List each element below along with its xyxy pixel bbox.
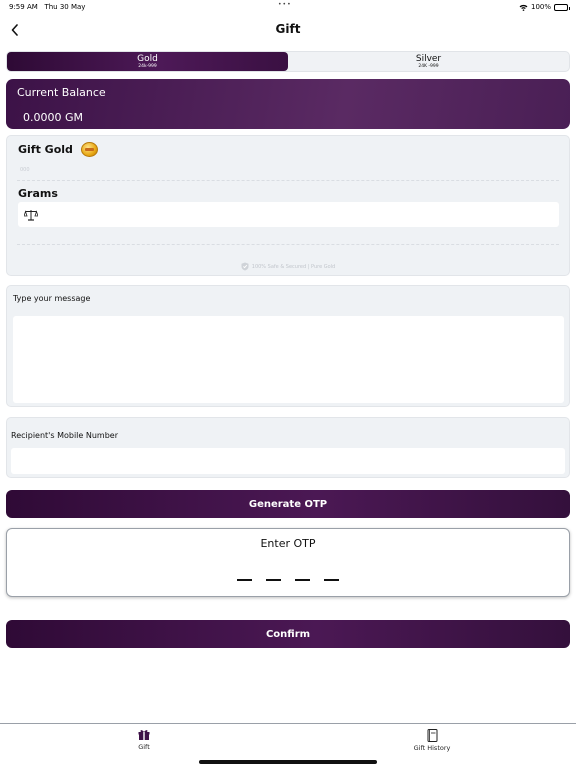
current-balance-card: Current Balance 0.0000 GM	[6, 79, 570, 129]
tab-gift[interactable]: Gift	[114, 729, 174, 751]
wifi-icon	[519, 4, 528, 11]
gift-icon	[138, 730, 150, 740]
gift-history-icon	[427, 729, 437, 742]
recipient-label: Recipient's Mobile Number	[11, 431, 119, 440]
navigation-bar: Gift	[0, 18, 576, 42]
message-panel: Type your message	[6, 285, 570, 407]
tab-gold-label: Gold	[137, 54, 158, 64]
tab-gold-purity: 24k-999	[138, 64, 157, 69]
balance-scale-icon	[24, 209, 38, 221]
shield-icon	[241, 262, 249, 271]
otp-input[interactable]	[237, 579, 339, 581]
otp-digit-1[interactable]	[237, 579, 252, 581]
grams-input[interactable]	[18, 202, 559, 227]
purity-note-text: 100% Safe & Secured | Pure Gold	[251, 263, 336, 270]
amount-placeholder: 000	[20, 167, 30, 173]
message-textarea[interactable]	[13, 316, 564, 403]
grams-label: Grams	[18, 187, 58, 200]
confirm-button[interactable]: Confirm	[6, 620, 570, 648]
otp-digit-2[interactable]	[266, 579, 281, 581]
recipient-panel: Recipient's Mobile Number	[6, 417, 570, 478]
battery-percentage: 100%	[530, 3, 551, 11]
tab-silver-label: Silver	[415, 54, 442, 64]
gift-gold-title: Gift Gold	[18, 143, 73, 156]
home-indicator	[199, 760, 377, 764]
page-title: Gift	[275, 22, 301, 36]
gift-gold-panel: Gift Gold 000 Grams 100% Safe & Secured …	[6, 135, 570, 276]
tab-gold[interactable]: Gold 24k-999	[7, 52, 288, 71]
message-label: Type your message	[13, 294, 91, 303]
balance-value: 0.0000 GM	[23, 111, 84, 124]
multitasking-dots: •••	[278, 1, 292, 8]
recipient-mobile-input[interactable]	[11, 448, 565, 474]
purity-note: 100% Safe & Secured | Pure Gold	[7, 262, 569, 271]
divider	[17, 244, 559, 245]
metal-segmented-control: Gold 24k-999 Silver 24K -999	[6, 51, 570, 72]
balance-title: Current Balance	[17, 86, 106, 99]
tab-gift-history-label: Gift History	[413, 744, 451, 752]
tab-gift-label: Gift	[138, 743, 150, 751]
tab-gift-history[interactable]: Gift History	[402, 729, 462, 752]
otp-digit-3[interactable]	[295, 579, 310, 581]
tab-silver[interactable]: Silver 24K -999	[288, 52, 569, 71]
generate-otp-button[interactable]: Generate OTP	[6, 490, 570, 518]
status-time: 9:59 AM Thu 30 May	[9, 3, 86, 11]
status-bar: 9:59 AM Thu 30 May ••• 100%	[0, 0, 576, 16]
gold-coin-icon	[81, 142, 98, 157]
tab-silver-purity: 24K -999	[418, 64, 439, 69]
otp-title: Enter OTP	[260, 537, 316, 550]
status-indicators: 100%	[519, 3, 570, 11]
otp-digit-4[interactable]	[324, 579, 339, 581]
otp-card: Enter OTP	[6, 528, 570, 597]
battery-icon	[554, 3, 570, 11]
divider	[17, 180, 559, 181]
